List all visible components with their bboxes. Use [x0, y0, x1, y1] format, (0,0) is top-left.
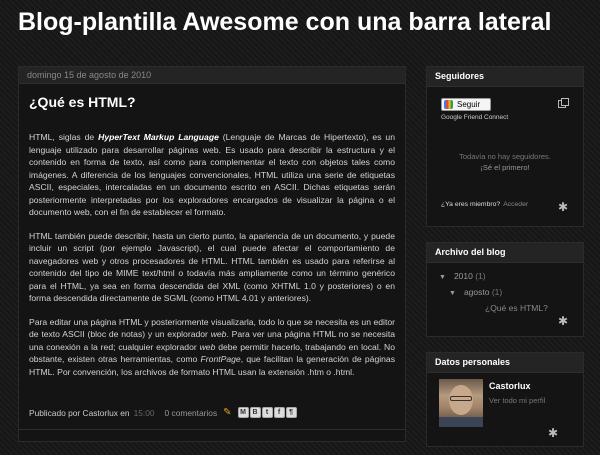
main-column: domingo 15 de agosto de 2010 ¿Qué es HTM… — [18, 66, 406, 442]
wrench-icon[interactable]: ✱ — [548, 427, 560, 439]
collapse-triangle-icon[interactable]: ▼ — [439, 274, 446, 281]
no-followers-message: Todavía no hay seguidores. ¡Sé el primer… — [427, 151, 583, 173]
archive-widget: Archivo del blog ▼ 2010 (1) ▼ agosto (1) ¿… — [426, 242, 584, 337]
archive-tree: ▼ 2010 (1) ▼ agosto (1) ¿Qué es HTML? — [439, 269, 548, 316]
emphasis: HyperText Markup Language — [98, 132, 219, 142]
archive-year-count: (1) — [475, 271, 486, 281]
archive-month[interactable]: ▼ agosto (1) — [449, 285, 548, 301]
archive-title: Archivo del blog — [427, 243, 583, 263]
wrench-icon[interactable]: ✱ — [558, 201, 570, 213]
member-question: ¿Ya eres miembro? — [441, 201, 501, 208]
archive-post-link[interactable]: ¿Qué es HTML? — [485, 301, 548, 316]
archive-year[interactable]: ▼ 2010 (1) — [439, 269, 548, 285]
avatar[interactable] — [439, 379, 483, 427]
profile-name[interactable]: Castorlux — [489, 381, 531, 391]
emphasis: web — [210, 329, 227, 339]
post-paragraph-1: HTML, siglas de HyperText Markup Languag… — [29, 131, 395, 219]
post-time-link[interactable]: 15:00 — [134, 408, 155, 418]
avatar-shirt — [439, 417, 483, 427]
twitter-share-icon[interactable]: t — [261, 407, 273, 418]
followers-title: Seguidores — [427, 67, 583, 87]
access-link[interactable]: Acceder — [503, 201, 528, 208]
facebook-share-icon[interactable]: f — [273, 407, 285, 418]
follow-label: Seguir — [457, 100, 481, 109]
collapse-triangle-icon[interactable]: ▼ — [449, 290, 456, 297]
member-line: ¿Ya eres miembro? Acceder — [441, 201, 528, 208]
text: HTML, siglas de — [29, 132, 99, 142]
buzz-share-icon[interactable]: ¶ — [285, 407, 297, 418]
post-date: domingo 15 de agosto de 2010 — [19, 67, 405, 84]
archive-month-count: (1) — [491, 287, 503, 297]
emphasis: FrontPage — [200, 354, 241, 364]
blog-title[interactable]: Blog-plantilla Awesome con una barra lat… — [18, 8, 551, 37]
emphasis: web — [199, 341, 216, 352]
post-footer: Publicado por Castorlux en 15:00 0 comen… — [29, 407, 395, 418]
followers-widget: Seguidores Seguir Google Friend Connect … — [426, 66, 584, 227]
published-by: Publicado por Castorlux en — [29, 407, 130, 418]
no-followers-text: Todavía no hay seguidores. — [459, 152, 551, 161]
comments-link[interactable]: 0 comentarios — [165, 408, 218, 418]
follow-button[interactable]: Seguir — [441, 98, 491, 111]
profile-title: Datos personales — [427, 353, 583, 373]
avatar-glasses — [450, 396, 472, 401]
post-title[interactable]: ¿Qué es HTML? — [29, 94, 405, 110]
edit-pencil-icon[interactable]: ✎ — [223, 407, 231, 418]
view-profile-link[interactable]: Ver todo mi perfil — [489, 396, 545, 405]
email-share-icon[interactable]: M — [237, 407, 249, 418]
popout-icon[interactable] — [558, 98, 569, 108]
archive-month-label[interactable]: agosto — [464, 287, 490, 297]
profile-widget: Datos personales Castorlux Ver todo mi p… — [426, 352, 584, 447]
post-paragraph-3: Para editar una página HTML y posteriorm… — [29, 316, 395, 379]
text: (Lenguaje de Marcas de Hipertexto), es u… — [29, 132, 395, 217]
be-first-link[interactable]: ¡Sé el primero! — [427, 162, 583, 173]
blogthis-share-icon[interactable]: B — [249, 407, 261, 418]
google-logo-icon — [444, 100, 453, 109]
gfc-label: Google Friend Connect — [441, 114, 509, 121]
archive-year-label[interactable]: 2010 — [454, 271, 473, 281]
post-body: HTML, siglas de HyperText Markup Languag… — [29, 131, 395, 389]
post-divider — [19, 429, 405, 430]
post-paragraph-2: HTML también puede describir, hasta un c… — [29, 230, 395, 304]
wrench-icon[interactable]: ✱ — [558, 315, 570, 327]
